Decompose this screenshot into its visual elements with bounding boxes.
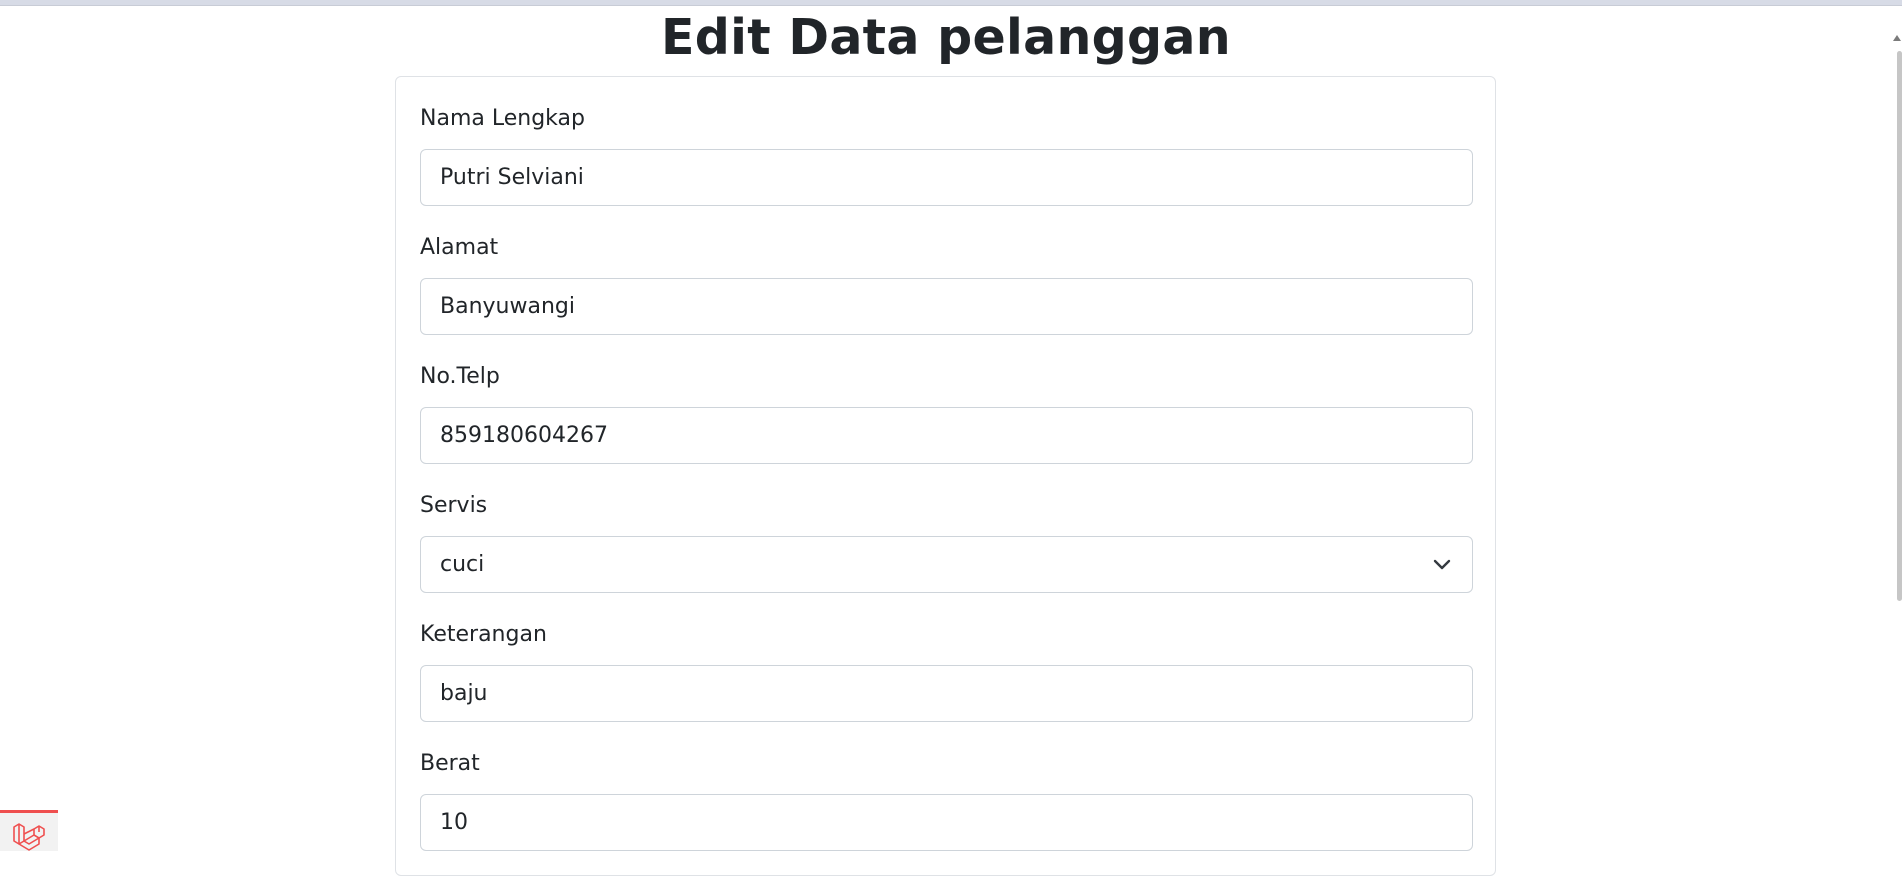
no-telp-label: No.Telp — [420, 364, 500, 389]
no-telp-input[interactable]: 859180604267 — [420, 407, 1473, 464]
scroll-up-arrow-icon[interactable] — [1893, 35, 1901, 41]
nama-lengkap-label: Nama Lengkap — [420, 106, 585, 131]
servis-selected-value: cuci — [440, 552, 485, 577]
browser-top-edge — [0, 0, 1902, 6]
page-scrollbar[interactable] — [1893, 5, 1902, 851]
scrollbar-thumb[interactable] — [1897, 51, 1902, 601]
berat-input[interactable]: 10 — [420, 794, 1473, 851]
berat-label: Berat — [420, 751, 480, 776]
laravel-logo-icon — [13, 823, 45, 851]
alamat-label: Alamat — [420, 235, 499, 260]
laravel-debug-badge[interactable] — [0, 810, 58, 851]
edit-form-card: Nama Lengkap Putri Selviani Alamat Banyu… — [395, 76, 1496, 876]
alamat-input[interactable]: Banyuwangi — [420, 278, 1473, 335]
servis-label: Servis — [420, 493, 488, 518]
page-title: Edit Data pelanggan — [661, 9, 1231, 66]
nama-lengkap-input[interactable]: Putri Selviani — [420, 149, 1473, 206]
chevron-down-icon — [1433, 559, 1451, 570]
keterangan-label: Keterangan — [420, 622, 547, 647]
keterangan-input[interactable]: baju — [420, 665, 1473, 722]
servis-select[interactable]: cuci — [420, 536, 1473, 593]
